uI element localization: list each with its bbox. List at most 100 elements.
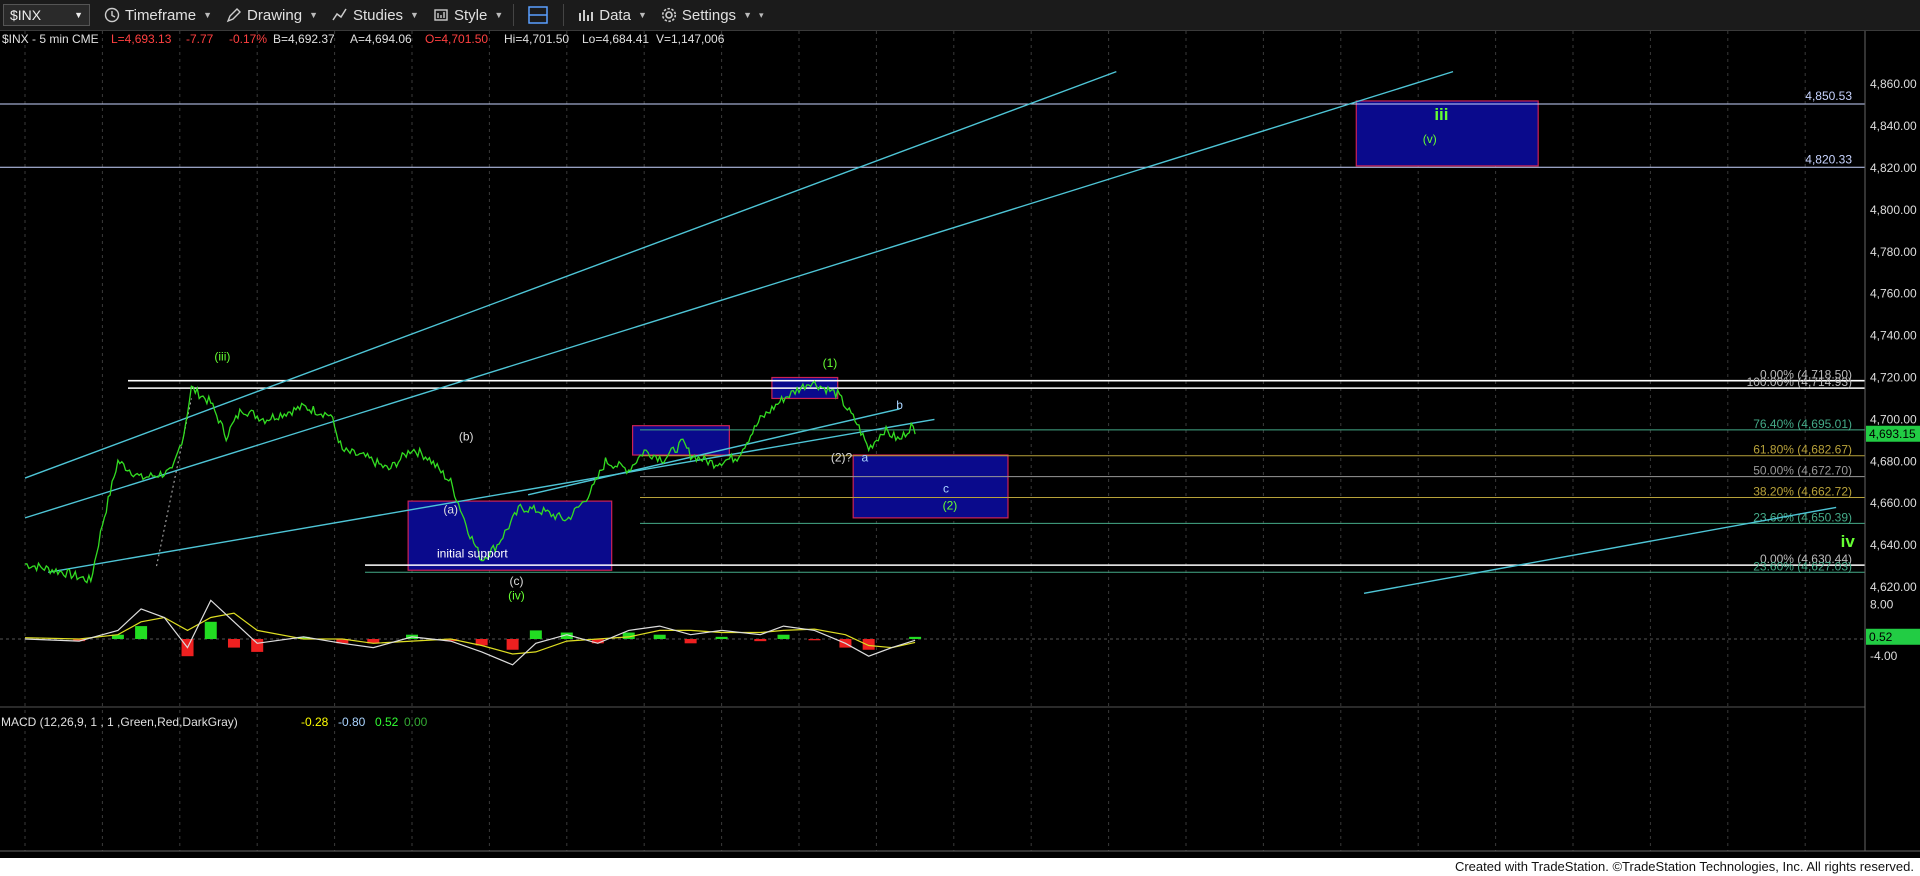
drawing-label: Drawing: [247, 6, 303, 24]
symbol-selector[interactable]: $INX ▼: [3, 4, 90, 26]
header-open: O=4,701.50: [425, 32, 488, 46]
fib-label: 23.60% (4,627.03): [1753, 559, 1852, 573]
y-tick-label: 4,820.00: [1870, 161, 1917, 175]
macd-v4: 0.00: [404, 715, 428, 729]
target-zones: [407, 100, 1539, 571]
last-price-label: 4,693.15: [1869, 427, 1916, 441]
toolbar: $INX ▼ Timeframe ▼ Drawing ▼ Studies ▼ Styl…: [0, 0, 1920, 31]
studies-button[interactable]: Studies ▼: [332, 7, 419, 24]
macd-last-label: 0.52: [1869, 630, 1893, 644]
macd-v2: -0.80: [338, 715, 366, 729]
y-tick-label: 4,700.00: [1870, 412, 1917, 426]
wave-label: c: [943, 482, 949, 496]
gear-icon: [661, 7, 676, 23]
macd-histogram-bar: [777, 634, 790, 639]
axes: 4,860.00 4,840.00 4,820.00 4,800.00 4,780.00…: [0, 31, 1920, 872]
y-tick-label: 4,760.00: [1870, 287, 1917, 301]
data-label: Data: [599, 6, 631, 24]
wave-label: b: [896, 398, 903, 412]
layout-icon: [528, 6, 548, 24]
footer-credit: Created with TradeStation. ©TradeStation…: [1454, 859, 1914, 874]
header-volume: V=1,147,006: [656, 32, 725, 46]
macd-histogram-bar: [808, 639, 821, 641]
wave-label: (c): [509, 574, 523, 588]
channel-line: [24, 70, 1454, 519]
data-button[interactable]: Data ▼: [578, 7, 647, 24]
y-tick-label: 4,780.00: [1870, 245, 1917, 259]
fib-label: 23.60% (4,650.39): [1753, 510, 1852, 524]
wave-label: (2): [943, 498, 958, 512]
macd-histogram-bar: [204, 621, 217, 639]
macd-histogram-bar: [715, 636, 728, 639]
layout-button[interactable]: [528, 6, 553, 24]
separator: [563, 4, 565, 26]
macd-histogram-bar: [653, 634, 666, 639]
horizontal-levels: 4,850.53 4,820.33: [0, 89, 1865, 168]
caret-icon: ▼: [743, 10, 752, 20]
wave-label: initial support: [437, 547, 508, 561]
channel-line: [24, 70, 1117, 479]
fib-label: 100.00% (4,714.93): [1747, 375, 1852, 389]
wave-label: (2)?: [831, 450, 853, 464]
price-chart[interactable]: 4,850.534,820.33 0.00% (4,718.50)100.00%…: [0, 31, 1920, 876]
fib-label: 61.80% (4,682.67): [1753, 443, 1852, 457]
wave-label: (a): [443, 503, 458, 517]
channel-line: [1363, 506, 1837, 594]
y-tick-label: 4,860.00: [1870, 77, 1917, 91]
settings-button[interactable]: Settings ▼ ▾: [661, 7, 764, 24]
y-tick-label: 4,640.00: [1870, 538, 1917, 552]
macd-histogram-bar: [754, 639, 767, 642]
header-change-pct: -0.17%: [229, 32, 267, 46]
macd-histogram-bar: [227, 639, 240, 648]
header-ask: A=4,694.06: [350, 32, 412, 46]
y-tick-label: 4,680.00: [1870, 454, 1917, 468]
macd-histogram-bar: [529, 630, 542, 639]
price-level-label: 4,850.53: [1805, 89, 1852, 103]
timeframe-label: Timeframe: [125, 6, 197, 24]
fib-label: 50.00% (4,672.70): [1753, 464, 1852, 478]
macd-histogram-bar: [909, 636, 922, 639]
style-label: Style: [453, 6, 488, 24]
wave-label: (b): [459, 429, 474, 443]
header-low: Lo=4,684.41: [582, 32, 649, 46]
price-level-label: 4,820.33: [1805, 152, 1852, 166]
macd-histogram-bar: [251, 639, 264, 652]
chevron-down-icon: ▼: [74, 10, 83, 20]
macd-y-tick-label: -4.00: [1870, 649, 1898, 663]
fib-label: 38.20% (4,662.72): [1753, 485, 1852, 499]
wave-label: iii: [1434, 105, 1448, 124]
settings-label: Settings: [681, 6, 737, 24]
studies-icon: [332, 8, 347, 21]
wave-label: iv: [1841, 532, 1856, 551]
drawing-button[interactable]: Drawing ▼: [226, 7, 318, 24]
header-symbol: $INX - 5 min CME: [2, 32, 99, 46]
header-change: -7.77: [186, 32, 214, 46]
clock-icon: [104, 7, 120, 23]
wave-label: (1): [823, 356, 838, 370]
y-tick-label: 4,740.00: [1870, 329, 1917, 343]
studies-label: Studies: [353, 6, 404, 24]
macd-panel: [0, 599, 1865, 708]
macd-v3: 0.52: [375, 715, 399, 729]
macd-label: MACD (12,26,9, 1 , 1 ,Green,Red,DarkGray…: [1, 715, 238, 729]
wave-label: (iii): [214, 350, 230, 364]
macd-histogram-bar: [684, 639, 697, 644]
caret-icon: ▾: [758, 9, 764, 20]
macd-v1: -0.28: [301, 715, 329, 729]
macd-histogram-bar: [135, 626, 148, 639]
macd-histogram-bar: [862, 639, 875, 650]
header-last: L=4,693.13: [111, 32, 172, 46]
macd-histogram-bar: [506, 639, 519, 650]
style-icon: [434, 9, 448, 21]
macd-line: [24, 599, 916, 666]
style-button[interactable]: Style ▼: [433, 7, 503, 24]
macd-y-tick-label: 8.00: [1870, 598, 1894, 612]
caret-icon: ▼: [309, 10, 318, 20]
timeframe-button[interactable]: Timeframe ▼: [104, 7, 212, 24]
header-high: Hi=4,701.50: [504, 32, 569, 46]
y-tick-label: 4,660.00: [1870, 496, 1917, 510]
pencil-icon: [226, 8, 242, 23]
target-zone-box: [852, 454, 1009, 519]
caret-icon: ▼: [494, 10, 504, 20]
y-tick-label: 4,720.00: [1870, 371, 1917, 385]
